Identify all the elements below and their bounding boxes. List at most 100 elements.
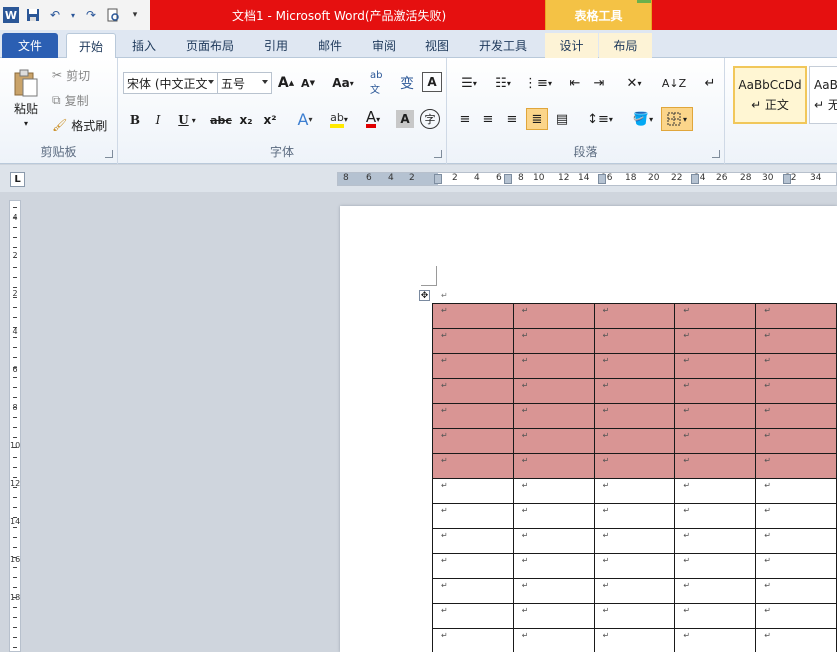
table-cell[interactable]: ↵: [755, 503, 837, 529]
table-cell[interactable]: ↵: [512, 628, 595, 652]
table-cell[interactable]: ↵: [512, 328, 595, 354]
table-cell[interactable]: ↵: [674, 578, 757, 604]
table-cell[interactable]: ↵: [755, 478, 837, 504]
tab-page-layout[interactable]: 页面布局: [176, 33, 244, 58]
table-cell[interactable]: ↵: [432, 428, 514, 454]
column-marker[interactable]: [691, 174, 699, 184]
increase-indent-button[interactable]: ⇥: [589, 72, 609, 94]
table-cell[interactable]: ↵: [674, 628, 757, 652]
table-cell[interactable]: ↵: [432, 478, 514, 504]
numbering-button[interactable]: ☷ ▾: [489, 72, 517, 94]
table-cell[interactable]: ↵: [432, 303, 514, 329]
table-cell[interactable]: ↵: [432, 353, 514, 379]
undo-dropdown-icon[interactable]: ▾: [69, 7, 77, 23]
bold-button[interactable]: B: [126, 110, 144, 130]
table-cell[interactable]: ↵: [512, 478, 595, 504]
table-cell[interactable]: ↵: [432, 453, 514, 479]
document-table[interactable]: ↵ ↵ ↵ ↵ ↵ ↵ ↵ ↵ ↵ ↵ ↵ ↵ ↵ ↵ ↵ ↵ ↵ ↵ ↵ ↵ ↵ ↵ ↵ ↵ ↵ ↵ ↵ ↵ ↵ ↵ ↵ ↵ ↵ ↵ ↵ ↵ ↵ ↵ ↵ ↵…: [432, 303, 837, 652]
table-cell[interactable]: ↵: [674, 378, 757, 404]
table-cell[interactable]: ↵: [755, 403, 837, 429]
cut-button[interactable]: ✂ 剪切: [52, 66, 90, 84]
table-cell[interactable]: ↵: [755, 553, 837, 579]
table-cell[interactable]: ↵: [512, 528, 595, 554]
superscript-button[interactable]: x²: [260, 110, 280, 130]
text-effect-button[interactable]: A ▾: [290, 108, 320, 130]
tab-review[interactable]: 审阅: [362, 33, 406, 58]
table-cell[interactable]: ↵: [593, 503, 676, 529]
char-shading-button[interactable]: A: [396, 110, 414, 128]
format-painter-button[interactable]: 🖌 格式刷: [52, 116, 107, 134]
subscript-button[interactable]: x₂: [236, 110, 256, 130]
print-preview-icon[interactable]: [105, 7, 121, 23]
redo-icon[interactable]: ↷: [83, 7, 99, 23]
table-cell[interactable]: ↵: [674, 553, 757, 579]
table-cell[interactable]: ↵: [593, 303, 676, 329]
decrease-indent-button[interactable]: ⇤: [565, 72, 585, 94]
table-cell[interactable]: ↵: [593, 428, 676, 454]
table-cell[interactable]: ↵: [432, 578, 514, 604]
table-cell[interactable]: ↵: [593, 403, 676, 429]
phonetic-guide-button[interactable]: ab文: [370, 70, 392, 96]
undo-icon[interactable]: ↶: [47, 7, 63, 23]
table-cell[interactable]: ↵: [593, 378, 676, 404]
table-cell[interactable]: ↵: [512, 603, 595, 629]
style-no-spacing[interactable]: AaB ↵ 无: [809, 66, 837, 124]
table-cell[interactable]: ↵: [674, 403, 757, 429]
strikethrough-button[interactable]: abc: [208, 110, 234, 130]
change-case-button[interactable]: Aa ▾: [328, 72, 358, 94]
column-marker[interactable]: [434, 174, 442, 184]
document-page[interactable]: ✥ ↵ ↵ ↵ ↵ ↵ ↵ ↵ ↵ ↵ ↵ ↵ ↵ ↵ ↵ ↵ ↵ ↵ ↵ ↵ ↵ ↵ ↵ ↵ ↵ ↵ ↵ ↵ ↵ ↵ ↵ ↵ ↵ ↵ ↵ ↵ ↵ ↵…: [340, 206, 837, 652]
table-move-handle-icon[interactable]: ✥: [419, 290, 430, 301]
table-cell[interactable]: ↵: [512, 403, 595, 429]
shrink-font-button[interactable]: A ▼: [299, 72, 317, 94]
table-cell[interactable]: ↵: [432, 628, 514, 652]
table-cell[interactable]: ↵: [512, 353, 595, 379]
paragraph-launcher-icon[interactable]: [712, 150, 720, 158]
table-cell[interactable]: ↵: [432, 528, 514, 554]
table-cell[interactable]: ↵: [674, 528, 757, 554]
save-icon[interactable]: [25, 7, 41, 23]
paste-button[interactable]: 粘贴 ▾: [6, 62, 46, 134]
table-cell[interactable]: ↵: [512, 553, 595, 579]
horizontal-ruler[interactable]: 8642246810121416182022242628303234: [337, 172, 837, 186]
table-cell[interactable]: ↵: [593, 578, 676, 604]
table-cell[interactable]: ↵: [432, 503, 514, 529]
table-cell[interactable]: ↵: [512, 378, 595, 404]
align-right-button[interactable]: ≡: [502, 109, 522, 129]
tab-home[interactable]: 开始: [66, 33, 116, 59]
table-cell[interactable]: ↵: [432, 403, 514, 429]
tab-table-design[interactable]: 设计: [545, 33, 598, 58]
shading-button[interactable]: 🪣 ▾: [627, 108, 659, 130]
table-cell[interactable]: ↵: [755, 303, 837, 329]
table-cell[interactable]: ↵: [432, 553, 514, 579]
tab-selector-icon[interactable]: L: [10, 172, 25, 187]
table-cell[interactable]: ↵: [512, 503, 595, 529]
chinese-layout-button[interactable]: ✕ ▾: [619, 72, 649, 94]
table-cell[interactable]: ↵: [593, 553, 676, 579]
align-left-button[interactable]: ≡: [455, 109, 475, 129]
table-cell[interactable]: ↵: [512, 303, 595, 329]
table-cell[interactable]: ↵: [593, 528, 676, 554]
table-cell[interactable]: ↵: [512, 428, 595, 454]
table-cell[interactable]: ↵: [432, 378, 514, 404]
table-cell[interactable]: ↵: [755, 528, 837, 554]
table-cell[interactable]: ↵: [674, 328, 757, 354]
enclose-char-button[interactable]: 字: [420, 109, 440, 129]
italic-button[interactable]: I: [149, 110, 167, 130]
sort-button[interactable]: A↓Z: [662, 72, 686, 94]
table-cell[interactable]: ↵: [755, 453, 837, 479]
table-cell[interactable]: ↵: [674, 353, 757, 379]
table-cell[interactable]: ↵: [432, 328, 514, 354]
table-cell[interactable]: ↵: [593, 353, 676, 379]
table-cell[interactable]: ↵: [755, 628, 837, 652]
vertical-ruler[interactable]: 4224681012141618: [9, 200, 21, 652]
bullets-button[interactable]: ☰ ▾: [455, 72, 483, 94]
table-cell[interactable]: ↵: [593, 453, 676, 479]
tab-file[interactable]: 文件: [2, 33, 58, 58]
table-cell[interactable]: ↵: [755, 428, 837, 454]
tab-table-layout[interactable]: 布局: [599, 33, 652, 58]
table-cell[interactable]: ↵: [593, 628, 676, 652]
show-marks-button[interactable]: ↵: [701, 72, 719, 94]
highlight-button[interactable]: ab ▾: [324, 108, 354, 130]
clipboard-launcher-icon[interactable]: [105, 150, 113, 158]
